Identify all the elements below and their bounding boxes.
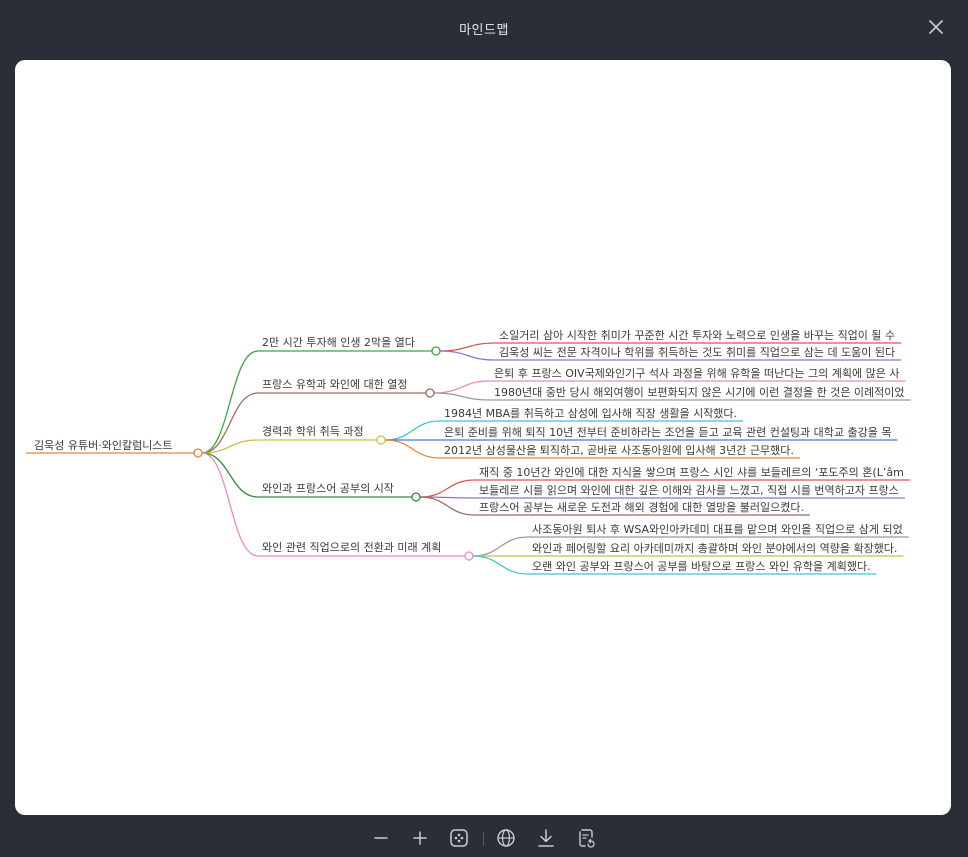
mindmap-branch-node xyxy=(376,435,386,445)
mindmap-branch-link xyxy=(384,420,441,441)
modal-titlebar: 마인드맵 xyxy=(0,0,968,56)
export-icon xyxy=(579,829,595,848)
mindmap-leaf-label: 김욱성 씨는 전문 자격이나 학위를 취득하는 것도 취미를 직업으로 삼는 데… xyxy=(499,345,895,359)
mindmap-branch-node xyxy=(411,492,421,502)
mindmap-root-node xyxy=(193,448,203,458)
mindmap-root-link xyxy=(201,350,259,454)
mindmap-root-link xyxy=(201,452,259,557)
mindmap-modal: 마인드맵 김욱성 유튜버·와인칼럼니스트 2만 시간 투자해 인생 2막을 열다 소… xyxy=(0,0,968,857)
export-button[interactable] xyxy=(574,826,598,850)
mindmap-leaf-label: 재직 중 10년간 와인에 대한 지식을 쌓으며 프랑스 시인 샤를 보들레르의… xyxy=(479,466,904,479)
mindmap-branch-label: 경력과 학위 취득 과정 xyxy=(262,425,364,438)
mindmap-leaf-label: 프랑스어 공부는 새로운 도전과 해외 경험에 대한 열망을 불러일으켰다. xyxy=(479,500,804,514)
download-icon xyxy=(538,829,554,847)
mindmap-root-label: 김욱성 유튜버·와인칼럼니스트 xyxy=(34,439,173,452)
mindmap-labels: 김욱성 유튜버·와인칼럼니스트 2만 시간 투자해 인생 2막을 열다 소일거리 삼… xyxy=(34,328,905,573)
mindmap-canvas[interactable]: 김욱성 유튜버·와인칼럼니스트 2만 시간 투자해 인생 2막을 열다 소일거리 삼… xyxy=(15,60,951,815)
close-button[interactable] xyxy=(926,17,946,37)
mindmap-branch-node xyxy=(431,346,441,356)
mindmap-leaf-label: 와인과 페어링할 요리 아카데미까지 총괄하며 와인 분야에서의 역량을 확장했… xyxy=(532,541,897,555)
mindmap-branch-link xyxy=(419,496,476,516)
mindmap-leaf-label: 사조동아원 퇴사 후 WSA와인아카데미 대표를 맡으며 와인을 직업으로 삼게… xyxy=(532,523,903,536)
mindmap-branch-link xyxy=(472,555,529,575)
mindmap-leaf-label: 1980년대 중반 당시 해외여행이 보편화되지 않은 시기에 이런 결정을 한… xyxy=(494,385,905,399)
mindmap-branch-label: 와인과 프랑스어 공부의 시작 xyxy=(262,482,394,495)
zoom-in-icon xyxy=(413,831,427,845)
mindmap-root-link xyxy=(201,452,259,498)
mindmap-svg: 김욱성 유튜버·와인칼럼니스트 2만 시간 투자해 인생 2막을 열다 소일거리 삼… xyxy=(26,328,911,575)
mindmap-leaf-label: 소일거리 삼아 시작한 취미가 꾸준한 시간 투자와 노력으로 인생을 바꾸는 … xyxy=(499,328,895,342)
fit-view-button[interactable] xyxy=(447,826,471,850)
zoom-out-icon xyxy=(374,837,388,839)
mindmap-leaf-label: 은퇴 준비를 위해 퇴직 10년 전부터 준비하라는 조언을 듣고 교육 관련 … xyxy=(444,425,892,439)
language-button[interactable] xyxy=(494,826,518,850)
mindmap-branch-link xyxy=(439,342,496,352)
zoom-out-button[interactable] xyxy=(369,826,393,850)
mindmap-branch-node xyxy=(425,388,435,398)
mindmap-leaf-label: 오랜 와인 공부와 프랑스어 공부를 바탕으로 프랑스 와인 유학을 계획했다. xyxy=(532,560,871,573)
mindmap-branch-link xyxy=(433,392,491,401)
mindmap-leaf-label: 은퇴 후 프랑스 OIV국제와인기구 석사 과정을 위해 유학을 떠난다는 그의… xyxy=(494,366,899,380)
mindmap-leaf-label: 보들레르 시를 읽으며 와인에 대한 깊은 이해와 감사를 느꼈고, 직접 시를… xyxy=(479,483,899,497)
download-button[interactable] xyxy=(534,826,558,850)
mindmap-branch-link xyxy=(419,479,476,498)
mindmap-branch-node xyxy=(464,551,474,561)
mindmap-branch-link xyxy=(472,536,529,557)
mindmap-branch-link xyxy=(384,439,441,459)
fit-view-icon xyxy=(450,829,468,847)
mindmap-branch-link xyxy=(439,350,496,361)
zoom-in-button[interactable] xyxy=(408,826,432,850)
mindmap-leaf-label: 2012년 삼성물산을 퇴직하고, 곧바로 사조동아원에 입사해 3년간 근무했… xyxy=(444,443,794,457)
mindmap-branch-link xyxy=(433,380,491,394)
bottom-toolbar xyxy=(0,822,968,854)
toolbar-separator xyxy=(483,832,484,846)
mindmap-leaf-label: 1984년 MBA를 취득하고 삼성에 입사해 직장 생활을 시작했다. xyxy=(444,406,737,420)
modal-title: 마인드맵 xyxy=(459,23,509,38)
mindmap-branch-label: 와인 관련 직업으로의 전환과 미래 계획 xyxy=(262,541,441,554)
mindmap-branch-label: 2만 시간 투자해 인생 2막을 열다 xyxy=(262,335,415,349)
mindmap-branch-label: 프랑스 유학과 와인에 대한 열정 xyxy=(262,378,408,391)
close-icon xyxy=(929,20,943,34)
globe-icon xyxy=(497,829,515,847)
